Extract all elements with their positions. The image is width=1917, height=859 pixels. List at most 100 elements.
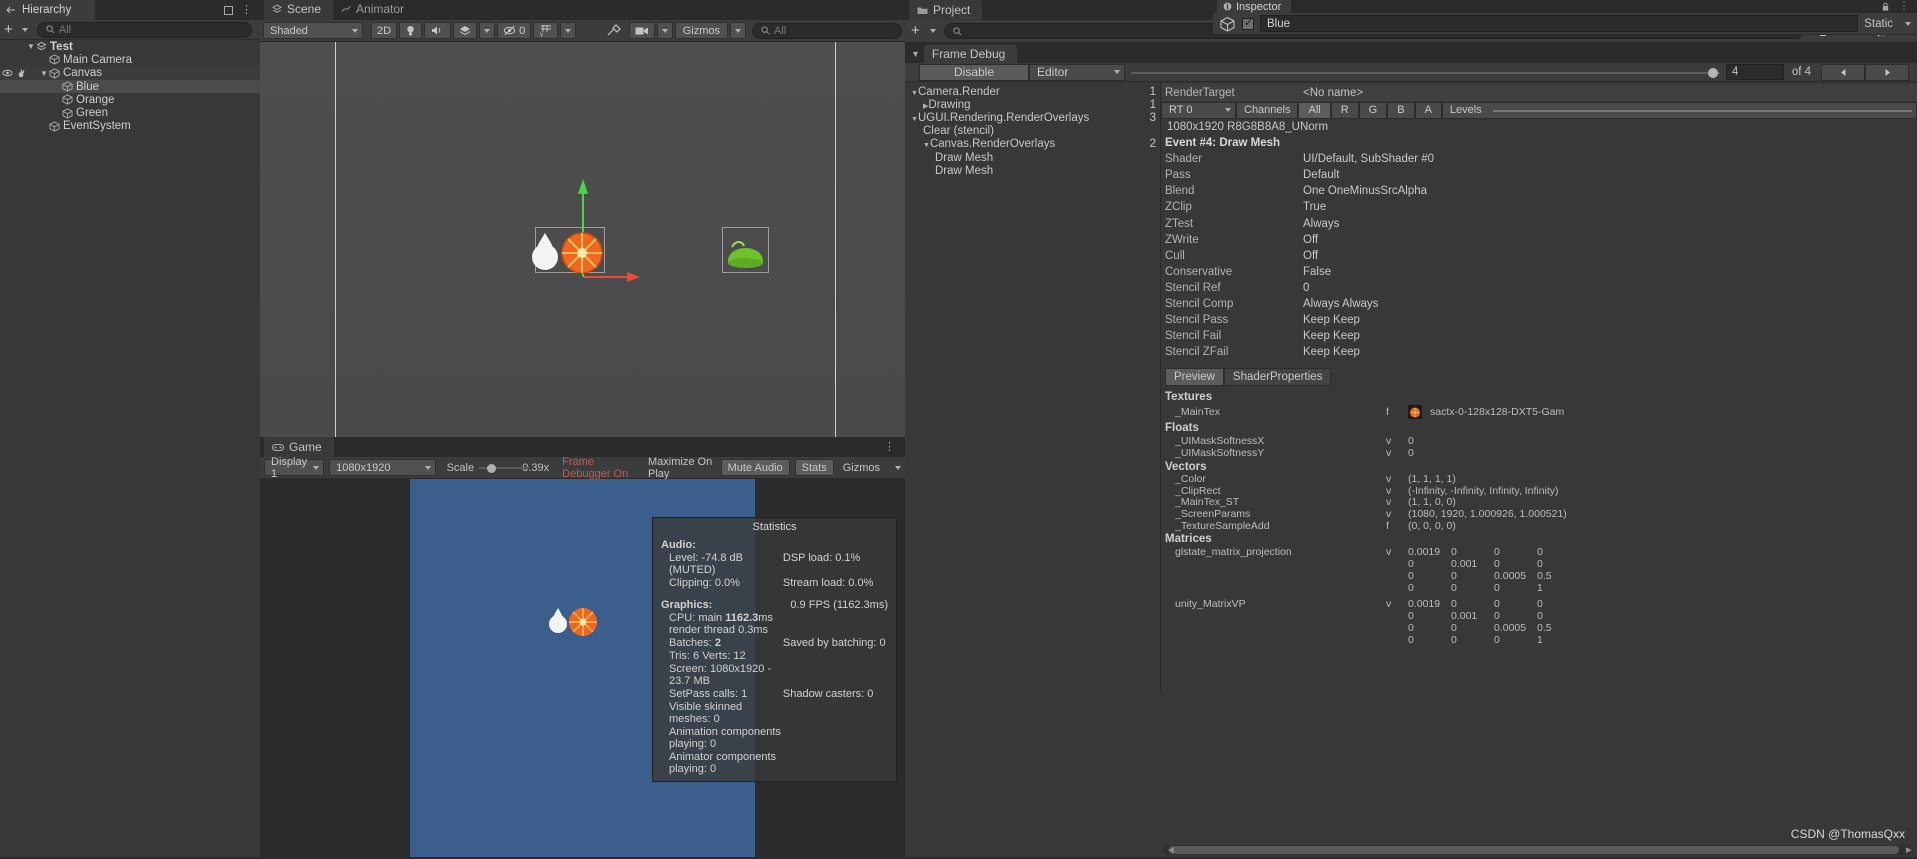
channel-button-g[interactable]: G xyxy=(1358,101,1388,119)
shader-tab-preview[interactable]: Preview xyxy=(1165,368,1224,387)
resolution-dropdown[interactable]: 1080x1920 xyxy=(329,459,436,476)
frame-slider[interactable] xyxy=(1127,64,1724,81)
gizmos-dropdown[interactable] xyxy=(730,22,746,39)
frame-debug-disable-button[interactable]: Disable xyxy=(919,63,1029,81)
hierarchy-tree[interactable]: ▼ Test Main Camera ▼ Canvas Blue Orange Green Ev… xyxy=(0,40,260,133)
scene-search-input[interactable]: All xyxy=(752,22,902,39)
scene-camera-dropdown[interactable] xyxy=(656,22,673,39)
object-name-field[interactable]: Blue xyxy=(1260,15,1859,32)
frame-debug-event-row[interactable]: Draw Mesh xyxy=(905,151,1160,164)
tab-inspector[interactable]: Inspector xyxy=(1217,0,1292,13)
static-dropdown-caret[interactable] xyxy=(1905,21,1911,26)
grid-dropdown[interactable] xyxy=(560,22,577,39)
hierarchy-item-green[interactable]: Green xyxy=(0,106,260,119)
inspector-menu-icon[interactable]: ⋮ xyxy=(1899,2,1909,12)
stats-toggle[interactable]: Stats xyxy=(794,459,834,476)
maximize-icon[interactable] xyxy=(224,5,233,15)
frame-slider-handle[interactable] xyxy=(1707,67,1718,78)
tab-scene[interactable]: Scene xyxy=(264,0,334,20)
expand-arrow[interactable]: ▶ xyxy=(923,103,928,110)
pick-hand-icon[interactable] xyxy=(17,69,28,78)
tab-project[interactable]: Project xyxy=(909,0,983,20)
frame-next-button[interactable] xyxy=(1865,63,1909,81)
create-dropdown-caret[interactable] xyxy=(21,27,28,32)
frame-debug-event-tree[interactable]: ▼Camera.Render 1 ▶Drawing 1 ▼UGUI.Rendering.… xyxy=(905,82,1160,692)
tab-hierarchy[interactable]: Hierarchy xyxy=(0,0,96,20)
matrix-cell: 0 xyxy=(1451,570,1457,583)
frame-debug-target-dropdown[interactable]: Editor xyxy=(1029,63,1125,81)
channel-button-a[interactable]: A xyxy=(1414,101,1442,119)
scroll-right-arrow[interactable]: ► xyxy=(1904,845,1914,856)
effects-dropdown[interactable] xyxy=(479,22,496,39)
property-type: v xyxy=(1386,435,1392,448)
frame-debug-collapse-arrow[interactable]: ▼ xyxy=(911,49,920,59)
mute-audio-toggle[interactable]: Mute Audio xyxy=(720,459,790,476)
shading-mode-dropdown[interactable]: Shaded xyxy=(263,22,363,39)
display-dropdown[interactable]: Display 1 xyxy=(264,456,325,480)
game-gizmos-caret[interactable] xyxy=(895,465,901,470)
scene-tools-button[interactable] xyxy=(601,22,627,39)
lock-icon[interactable] xyxy=(1881,2,1890,11)
project-create-caret[interactable] xyxy=(929,29,936,33)
game-gizmos-button[interactable]: Gizmos xyxy=(839,459,884,476)
visibility-controls[interactable] xyxy=(2,69,28,78)
shader-property-tabs[interactable]: Preview ShaderProperties xyxy=(1165,368,1917,387)
audio-toggle-button[interactable] xyxy=(424,22,452,39)
eye-icon[interactable] xyxy=(2,69,13,77)
expand-arrow[interactable]: ▼ xyxy=(911,90,918,97)
scene-camera-button[interactable] xyxy=(628,22,655,39)
project-create-button[interactable]: + xyxy=(911,23,920,38)
frame-index-input[interactable]: 4 xyxy=(1725,64,1784,80)
tab-animator[interactable]: Animator xyxy=(333,0,417,20)
rt-dropdown[interactable]: RT 0 xyxy=(1161,101,1236,119)
frame-total-label: of 4 xyxy=(1791,66,1811,78)
game-panel-menu-icon[interactable]: ⋮ xyxy=(884,442,895,453)
channel-button-b[interactable]: B xyxy=(1387,101,1415,119)
hierarchy-item-main-camera[interactable]: Main Camera xyxy=(0,53,260,66)
expand-arrow[interactable]: ▼ xyxy=(26,42,36,51)
scroll-left-arrow[interactable]: ◄ xyxy=(1166,845,1176,856)
maximize-on-play-toggle[interactable]: Maximize On Play xyxy=(648,456,716,480)
grid-toggle-button[interactable]: y xyxy=(533,22,559,39)
object-enabled-checkbox[interactable] xyxy=(1242,16,1254,30)
scene-viewport[interactable] xyxy=(260,42,905,437)
frame-debug-event-row[interactable]: Draw Mesh xyxy=(905,164,1160,177)
green-sprite xyxy=(727,241,764,268)
levels-slider[interactable] xyxy=(1488,101,1917,119)
toggle-2d-button[interactable]: 2D xyxy=(371,22,398,39)
panel-menu-icon[interactable]: ⋮ xyxy=(241,5,252,16)
scrollbar-thumb[interactable] xyxy=(1169,846,1899,854)
game-viewport[interactable]: Statistics Audio: Level: -74.8 dB (MUTED… xyxy=(260,479,905,859)
channel-button-r[interactable]: R xyxy=(1330,101,1359,119)
lighting-toggle-button[interactable] xyxy=(399,22,423,39)
channel-button-all[interactable]: All xyxy=(1298,101,1331,119)
frame-debug-event-row[interactable]: ▶Drawing 1 xyxy=(905,98,1160,111)
frame-debug-event-row[interactable]: Clear (stencil) xyxy=(905,125,1160,138)
hierarchy-search-input[interactable]: All xyxy=(36,21,252,38)
scale-slider-handle[interactable] xyxy=(487,463,497,473)
hierarchy-item-canvas[interactable]: ▼ Canvas xyxy=(0,66,260,80)
horizontal-scrollbar[interactable] xyxy=(1163,845,1913,855)
frame-debug-event-count: 3 xyxy=(1149,111,1156,124)
hierarchy-item-test[interactable]: ▼ Test xyxy=(0,40,260,53)
hierarchy-item-orange[interactable]: Orange xyxy=(0,93,260,106)
hierarchy-item-eventsystem[interactable]: EventSystem xyxy=(0,120,260,133)
frame-prev-button[interactable] xyxy=(1821,63,1865,81)
effects-toggle-button[interactable] xyxy=(453,22,478,39)
gizmos-button[interactable]: Gizmos xyxy=(674,22,728,39)
shader-tab-shaderproperties[interactable]: ShaderProperties xyxy=(1223,368,1332,387)
expand-arrow[interactable]: ▼ xyxy=(39,69,49,78)
frame-debug-event-row[interactable]: ▼Canvas.RenderOverlays 2 xyxy=(905,138,1160,151)
channel-buttons[interactable]: All R G B A xyxy=(1298,101,1442,119)
expand-arrow[interactable]: ▼ xyxy=(911,116,918,123)
create-button[interactable]: + xyxy=(4,22,13,37)
tab-frame-debug[interactable]: Frame Debug xyxy=(923,45,1018,63)
frame-debug-event-row[interactable]: ▼Camera.Render 1 xyxy=(905,85,1160,98)
scale-slider[interactable] xyxy=(479,462,530,474)
tab-game[interactable]: Game xyxy=(264,437,334,457)
hierarchy-item-blue[interactable]: Blue xyxy=(0,79,260,94)
hidden-objects-button[interactable]: 0 xyxy=(497,22,532,39)
frame-debug-event-row[interactable]: ▼UGUI.Rendering.RenderOverlays 3 xyxy=(905,111,1160,124)
expand-arrow[interactable]: ▼ xyxy=(923,142,930,149)
event-detail-value: True xyxy=(1303,201,1327,214)
